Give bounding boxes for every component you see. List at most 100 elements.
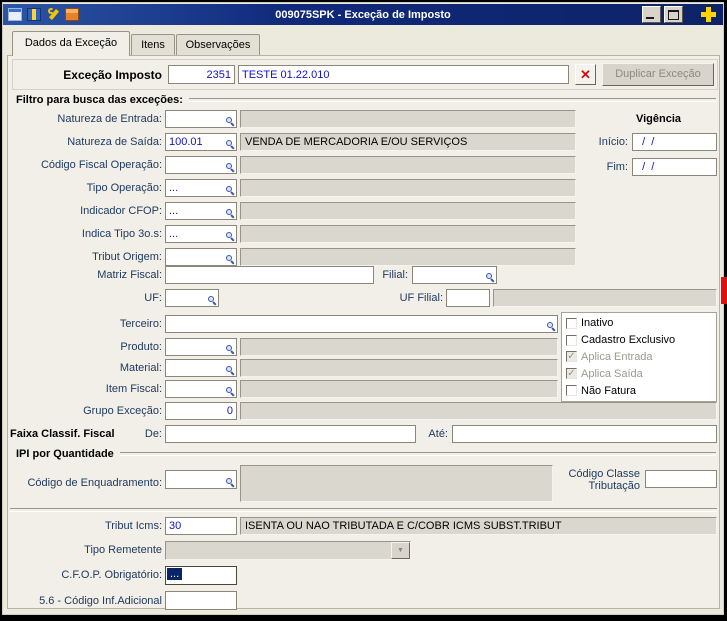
checkbox-aplica-entrada: ✓ Aplica Entrada bbox=[564, 349, 714, 366]
faixa-title: Faixa Classif. Fiscal bbox=[10, 428, 115, 440]
codigo-fiscal-field bbox=[165, 156, 237, 174]
label-tipo-operacao: Tipo Operação: bbox=[86, 182, 162, 194]
tab-observacoes[interactable]: Observações bbox=[176, 34, 260, 56]
vigencia-title: Vigência bbox=[635, 113, 682, 125]
plus-icon[interactable] bbox=[700, 6, 717, 23]
vigencia-inicio-input[interactable] bbox=[632, 133, 717, 151]
label-codigo-inf-adicional: 5.6 - Código Inf.Adicional bbox=[39, 595, 162, 607]
indicador-cfop-field bbox=[165, 202, 237, 220]
checkbox-nao-fatura[interactable]: Não Fatura bbox=[564, 382, 714, 399]
excecao-description-input[interactable] bbox=[238, 65, 569, 84]
label-indica-tipo: Indica Tipo 3o.s: bbox=[81, 228, 162, 240]
tribut-origem-field bbox=[165, 248, 237, 266]
lookup-icon[interactable] bbox=[226, 478, 235, 487]
vigencia-fim-input[interactable] bbox=[632, 158, 717, 176]
lookup-icon[interactable] bbox=[226, 366, 235, 375]
lookup-icon[interactable] bbox=[226, 345, 235, 354]
label-codigo-fiscal: Código Fiscal Operação: bbox=[40, 159, 162, 171]
checkbox-box[interactable] bbox=[566, 385, 577, 397]
filial-field bbox=[412, 266, 497, 284]
filial-input[interactable] bbox=[412, 266, 497, 284]
tipo-remetente-dropdown-button[interactable]: ▼ bbox=[391, 542, 410, 559]
item-fiscal-field bbox=[165, 380, 237, 398]
minimize-button[interactable] bbox=[642, 6, 661, 23]
lookup-icon[interactable] bbox=[226, 209, 235, 218]
lookup-icon[interactable] bbox=[226, 117, 235, 126]
tipo-remetente-combo[interactable]: ▼ bbox=[165, 541, 411, 560]
uf-filial-input[interactable] bbox=[446, 289, 490, 307]
faixa-de-field bbox=[165, 425, 416, 443]
lookup-icon[interactable] bbox=[208, 296, 217, 305]
title-bar: 009075SPK - Exceção de Imposto bbox=[3, 4, 723, 25]
excecao-description-field bbox=[238, 65, 569, 84]
lookup-icon[interactable] bbox=[547, 322, 556, 331]
cfop-obrigatorio-field[interactable]: ... bbox=[165, 566, 237, 585]
label-filial: Filial: bbox=[382, 269, 408, 281]
produto-desc bbox=[240, 338, 558, 356]
label-natureza-saida: Natureza de Saída: bbox=[67, 136, 162, 148]
faixa-de-input[interactable] bbox=[165, 425, 416, 443]
checkbox-box[interactable] bbox=[566, 317, 577, 329]
tipo-operacao-field bbox=[165, 179, 237, 197]
label-de: De: bbox=[144, 428, 162, 440]
material-desc bbox=[240, 359, 558, 377]
checkbox-cadastro-exclusivo[interactable]: Cadastro Exclusivo bbox=[564, 332, 714, 349]
uf-field bbox=[165, 289, 219, 307]
lookup-icon[interactable] bbox=[486, 273, 495, 282]
terceiro-field bbox=[165, 315, 558, 333]
enquadramento-field bbox=[165, 470, 237, 489]
grupo-excecao-desc bbox=[240, 402, 717, 420]
checkbox-box[interactable] bbox=[566, 334, 577, 346]
chevron-down-icon: ▼ bbox=[397, 547, 404, 554]
titlebar-icons bbox=[8, 8, 79, 21]
faixa-ate-input[interactable] bbox=[452, 425, 717, 443]
label-grupo-excecao: Grupo Exceção: bbox=[83, 405, 162, 417]
tab-itens[interactable]: Itens bbox=[131, 34, 175, 56]
indica-tipo-field bbox=[165, 225, 237, 243]
duplicate-button[interactable]: Duplicar Exceção bbox=[602, 63, 714, 86]
package-icon[interactable] bbox=[65, 8, 79, 21]
window-icon[interactable] bbox=[8, 8, 22, 21]
terceiro-input[interactable] bbox=[165, 315, 558, 333]
ipi-divider bbox=[119, 452, 716, 456]
codigo-fiscal-desc bbox=[240, 156, 576, 174]
classe-tributacao-input[interactable] bbox=[645, 470, 717, 488]
maximize-button[interactable] bbox=[664, 6, 683, 23]
label-excecao-imposto: Exceção Imposto bbox=[63, 68, 162, 82]
label-enquadramento: Código de Enquadramento: bbox=[27, 477, 162, 489]
checkbox-inativo[interactable]: Inativo bbox=[564, 315, 714, 332]
delete-button[interactable]: ✕ bbox=[575, 64, 596, 85]
codigo-inf-adicional-input[interactable] bbox=[165, 591, 237, 610]
lookup-icon[interactable] bbox=[226, 140, 235, 149]
indica-tipo-desc bbox=[240, 225, 576, 243]
columns-icon[interactable] bbox=[27, 8, 41, 21]
label-uf: UF: bbox=[144, 292, 162, 304]
label-tribut-icms: Tribut Icms: bbox=[104, 520, 162, 532]
checkbox-aplica-saida: ✓ Aplica Saída bbox=[564, 365, 714, 382]
lookup-icon[interactable] bbox=[226, 232, 235, 241]
lookup-icon[interactable] bbox=[226, 387, 235, 396]
flags-group: Inativo Cadastro Exclusivo ✓ Aplica Entr… bbox=[561, 312, 717, 402]
tribut-icms-desc: ISENTA OU NAO TRIBUTADA E C/COBR ICMS SU… bbox=[240, 517, 717, 535]
label-classe-tributacao-2: Tributação bbox=[588, 480, 640, 492]
tribut-icms-input[interactable] bbox=[165, 517, 237, 535]
faixa-ate-field bbox=[452, 425, 717, 443]
checkbox-label: Aplica Entrada bbox=[581, 350, 653, 363]
lookup-icon[interactable] bbox=[226, 186, 235, 195]
uf-filial-desc bbox=[493, 289, 717, 307]
label-item-fiscal: Item Fiscal: bbox=[105, 383, 162, 395]
excecao-code-input[interactable] bbox=[168, 65, 235, 84]
tab-dados-da-excecao[interactable]: Dados da Exceção bbox=[12, 31, 130, 56]
ipi-section-header: IPI por Quantidade bbox=[16, 448, 716, 460]
classe-tributacao-field bbox=[645, 470, 717, 488]
label-material: Material: bbox=[119, 362, 162, 374]
label-inicio: Início: bbox=[598, 136, 628, 148]
red-edge-marker bbox=[721, 277, 727, 304]
uf-filial-field bbox=[446, 289, 490, 307]
checkbox-box: ✓ bbox=[566, 368, 577, 380]
lookup-icon[interactable] bbox=[226, 163, 235, 172]
tribut-icms-field bbox=[165, 517, 237, 535]
wrench-icon[interactable] bbox=[46, 8, 60, 21]
grupo-excecao-input[interactable] bbox=[165, 402, 237, 420]
lookup-icon[interactable] bbox=[226, 255, 235, 264]
